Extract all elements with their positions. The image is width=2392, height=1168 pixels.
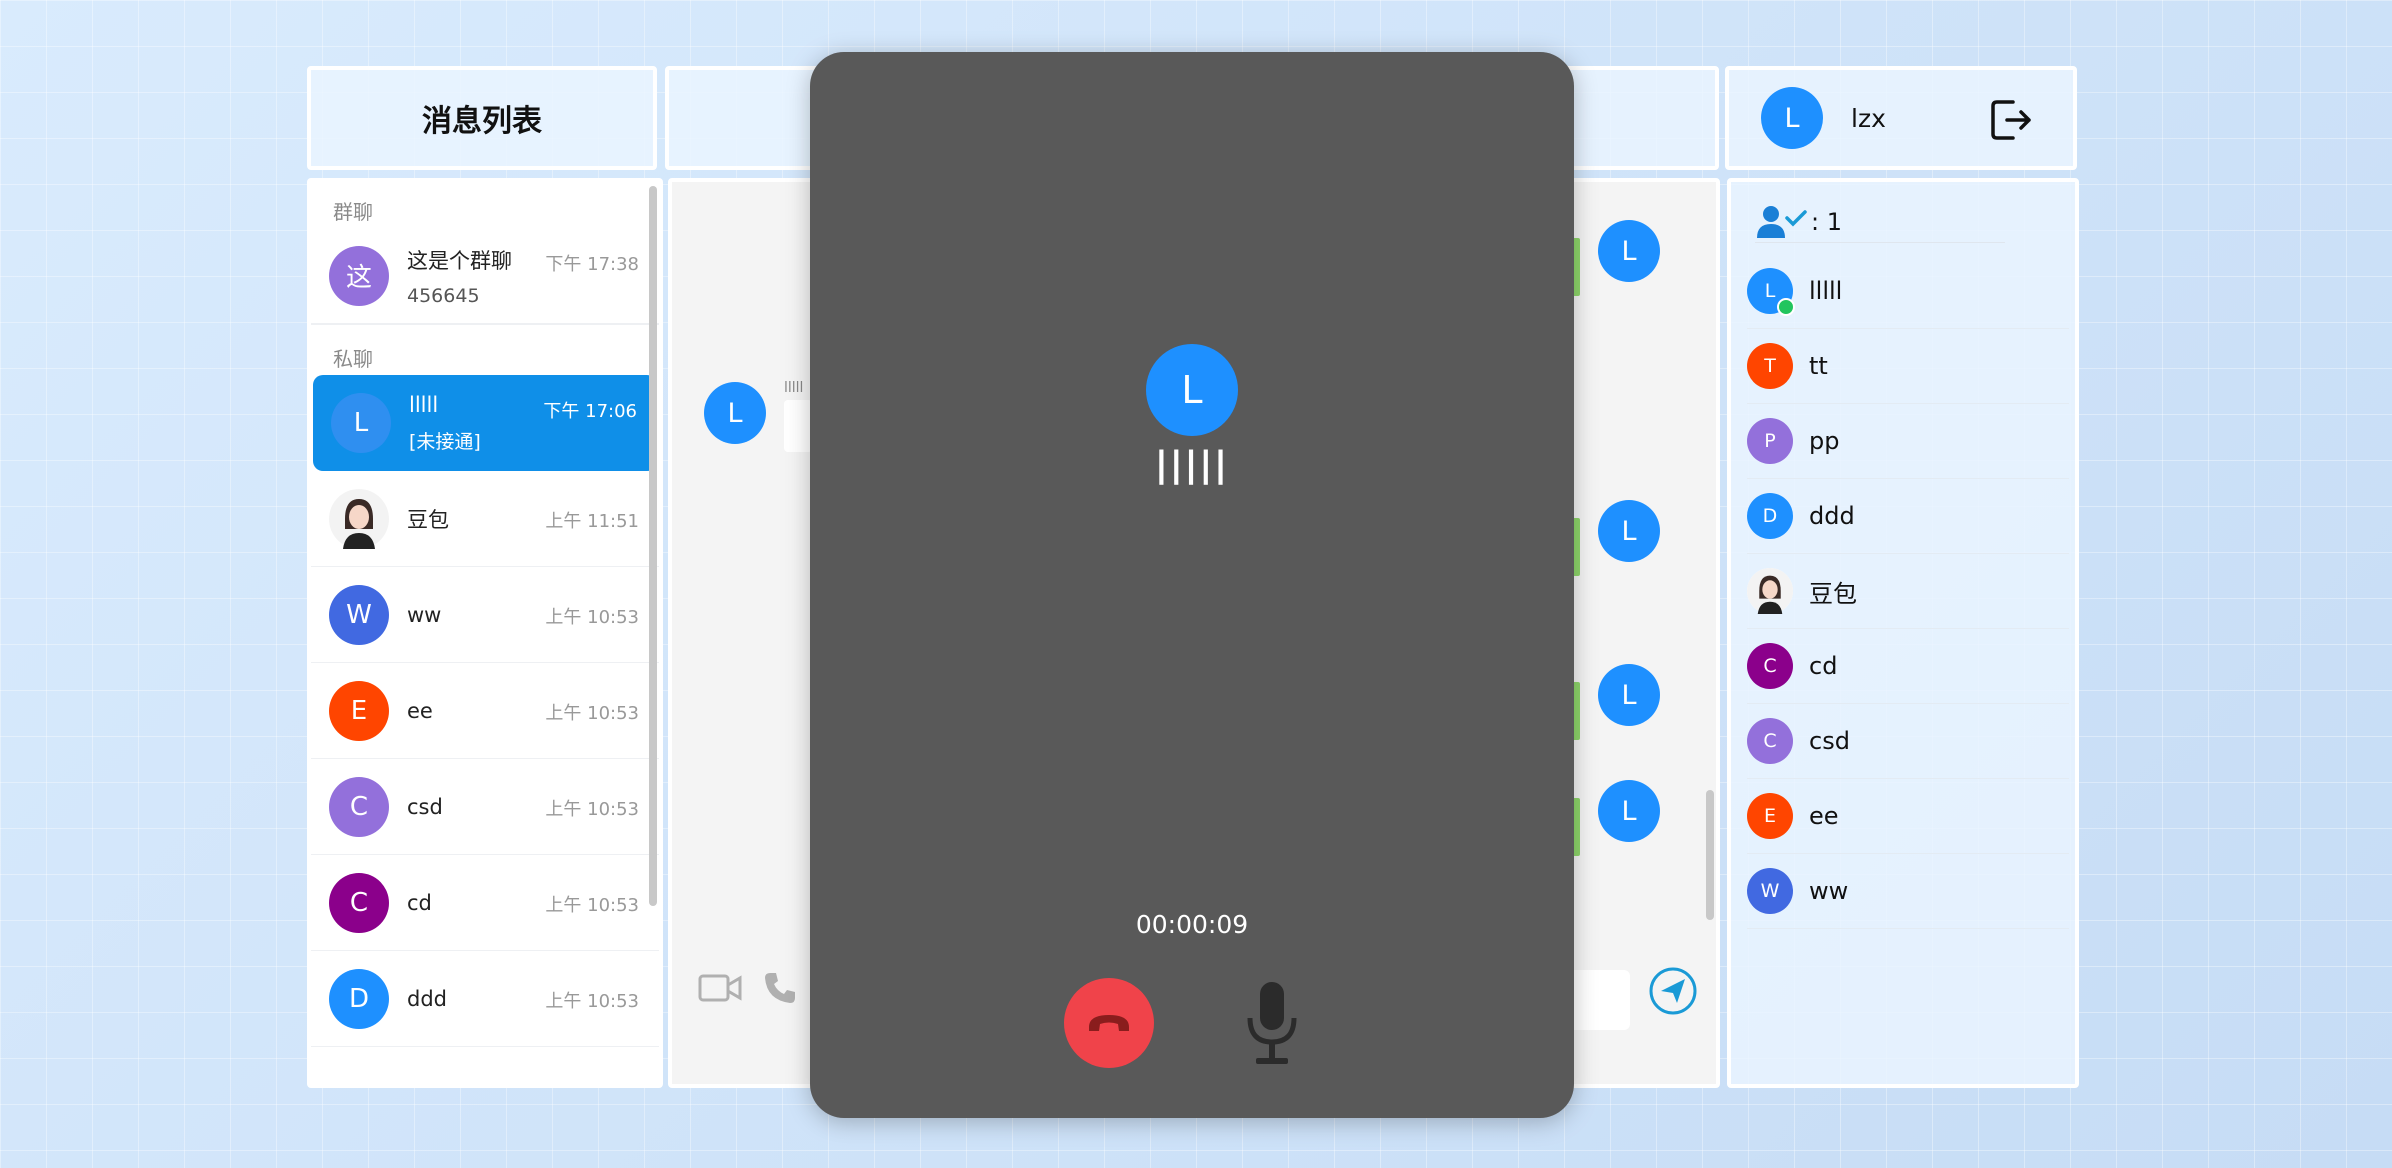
conversation-item-lllll[interactable]: L lllll [未接通] 下午 17:06 (313, 375, 657, 471)
my-avatar: L (1598, 220, 1660, 282)
hangup-button[interactable] (1064, 978, 1154, 1068)
friend-item-doubao[interactable]: 豆包 (1747, 554, 2069, 629)
friend-item-cd[interactable]: C cd (1747, 629, 2069, 704)
conversation-list-scrollbar[interactable] (649, 186, 657, 906)
conversation-item-cd[interactable]: C cd 上午 10:53 (311, 855, 659, 951)
online-count: : 1 (1811, 208, 1842, 236)
call-timer: 00:00:09 (1135, 910, 1249, 939)
video-camera-icon[interactable] (698, 972, 742, 1008)
user-header: L lzx (1725, 66, 2077, 170)
call-avatar: L (1146, 344, 1238, 436)
friends-panel: : 1 L lllll T tt P pp D ddd 豆包 C cd C cs… (1727, 178, 2079, 1088)
friend-item-pp[interactable]: P pp (1747, 404, 2069, 479)
chat-scrollbar[interactable] (1706, 790, 1714, 920)
friend-name: tt (1809, 352, 1828, 380)
conversation-time: 下午 17:38 (545, 254, 639, 275)
friend-avatar: W (1747, 868, 1793, 914)
conversation-avatar: W (329, 584, 389, 645)
conversation-time: 上午 10:53 (545, 607, 639, 628)
my-avatar: L (1598, 780, 1660, 842)
friend-name: ee (1809, 802, 1839, 830)
message-list-title: 消息列表 (422, 104, 542, 139)
friend-item-ww[interactable]: W ww (1747, 854, 2069, 929)
friend-item-tt[interactable]: T tt (1747, 329, 2069, 404)
call-peer-name: lllll (1155, 442, 1229, 496)
conversation-time: 上午 10:53 (545, 991, 639, 1012)
friend-avatar: C (1747, 643, 1793, 689)
logout-icon[interactable] (1987, 96, 2035, 144)
conversation-item-ww[interactable]: W ww 上午 10:53 (311, 567, 659, 663)
friend-name: ww (1809, 877, 1849, 905)
friend-avatar: D (1747, 493, 1793, 539)
private-section-label: 私聊 (333, 347, 373, 371)
message-list-header: 消息列表 (307, 66, 657, 170)
phone-icon[interactable] (762, 970, 798, 1010)
friend-name: ddd (1809, 502, 1855, 530)
conversation-time: 上午 10:53 (545, 895, 639, 916)
friend-item-ee[interactable]: E ee (1747, 779, 2069, 854)
friend-name: lllll (1809, 277, 1843, 305)
microphone-button[interactable] (1242, 978, 1302, 1068)
hangup-icon (1089, 1015, 1129, 1031)
person-photo-icon (1747, 568, 1793, 614)
online-users-icon (1757, 206, 1807, 238)
friend-avatar: L (1747, 268, 1795, 316)
friend-name: 豆包 (1809, 579, 1857, 608)
conversation-avatar: D (329, 968, 389, 1029)
group-avatar: 这 (329, 245, 389, 306)
conversation-item-doubao[interactable]: 豆包 上午 11:51 (311, 471, 659, 567)
conversation-time: 上午 10:53 (545, 703, 639, 724)
conversation-avatar: L (331, 393, 391, 453)
peer-name-small: lllll (784, 380, 804, 396)
conversation-list: 群聊 这 这是个群聊 456645 下午 17:38 私聊 L lllll [未… (307, 178, 663, 1088)
friend-name: pp (1809, 427, 1840, 455)
conversation-time: 上午 10:53 (545, 799, 639, 820)
conversation-time: 上午 11:51 (545, 511, 639, 532)
conversation-avatar: C (329, 776, 389, 837)
friend-avatar: E (1747, 793, 1793, 839)
friend-item-lllll[interactable]: L lllll (1747, 254, 2069, 329)
online-count-row: : 1 (1755, 202, 2005, 243)
conversation-item-ddd[interactable]: D ddd 上午 10:53 (311, 951, 659, 1047)
microphone-icon (1247, 982, 1297, 1064)
voice-call-dialog: L lllll 00:00:09 (810, 52, 1574, 1118)
conversation-avatar: E (329, 680, 389, 741)
peer-avatar: L (704, 382, 766, 444)
conversation-item-csd[interactable]: C csd 上午 10:53 (311, 759, 659, 855)
doubao-avatar (329, 488, 389, 549)
friend-item-csd[interactable]: C csd (1747, 704, 2069, 779)
online-status-dot (1777, 298, 1795, 316)
conversation-avatar: C (329, 872, 389, 933)
user-avatar[interactable]: L (1761, 87, 1823, 149)
friend-name: csd (1809, 727, 1850, 755)
friend-item-ddd[interactable]: D ddd (1747, 479, 2069, 554)
conversation-preview: [未接通] (409, 430, 481, 453)
person-photo-icon (329, 488, 389, 549)
conversation-item-group[interactable]: 这 这是个群聊 456645 下午 17:38 (311, 228, 659, 324)
friend-avatar: P (1747, 418, 1793, 464)
peer-message-bubble (784, 400, 812, 452)
friend-avatar: C (1747, 718, 1793, 764)
my-avatar: L (1598, 500, 1660, 562)
send-icon[interactable] (1648, 966, 1698, 1020)
conversation-time: 下午 17:06 (543, 401, 637, 422)
user-name: lzx (1851, 103, 1886, 133)
friend-avatar: T (1747, 343, 1793, 389)
group-section-label: 群聊 (333, 200, 373, 224)
my-avatar: L (1598, 664, 1660, 726)
friend-avatar (1747, 568, 1793, 614)
conversation-preview: 456645 (407, 284, 480, 307)
friend-name: cd (1809, 652, 1838, 680)
conversation-item-ee[interactable]: E ee 上午 10:53 (311, 663, 659, 759)
